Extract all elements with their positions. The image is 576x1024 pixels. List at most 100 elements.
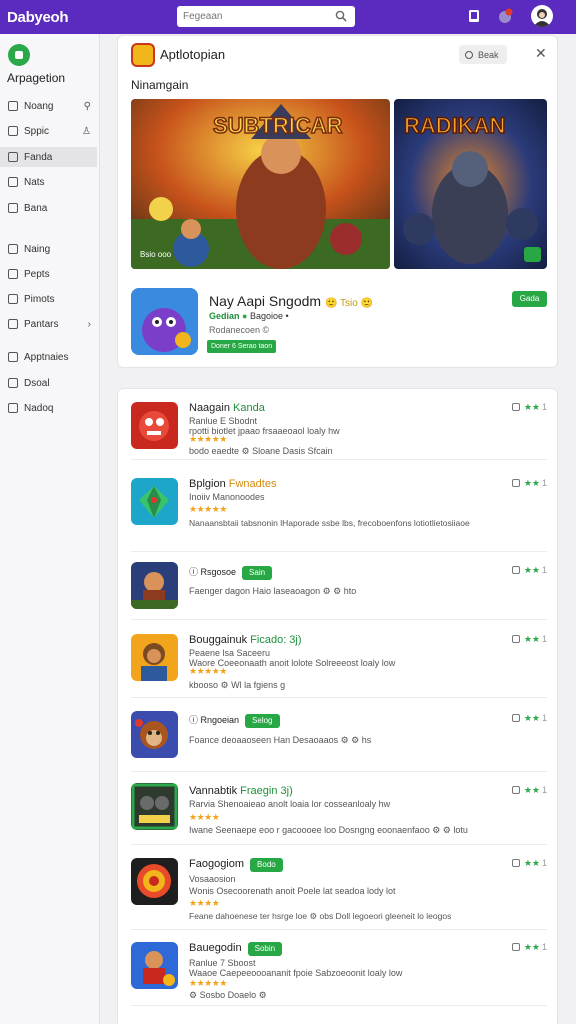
bookmark-icon[interactable] xyxy=(511,403,520,411)
card-title: Aptlotopian xyxy=(160,47,226,62)
bookmark-icon[interactable] xyxy=(511,566,520,574)
featured-tag: Doner 6 Serao taon xyxy=(207,340,277,353)
sidebar-title: Arpagetion xyxy=(7,71,66,85)
search-input[interactable] xyxy=(183,11,333,22)
sidebar-item-fanda[interactable]: Fanda xyxy=(0,147,97,167)
sidebar-item-label: Noang xyxy=(24,100,54,112)
bookmark-icon[interactable] xyxy=(511,635,520,643)
chevron-right-icon: › xyxy=(87,318,91,330)
robot-battle-icon xyxy=(131,783,178,830)
sidebar-item-label: Pimots xyxy=(24,293,55,305)
bookmark-icon[interactable] xyxy=(511,786,520,794)
rating-summary: ★★ 1 xyxy=(511,402,547,413)
home-icon xyxy=(8,101,18,111)
notification-icon[interactable] xyxy=(497,8,513,24)
bookmark-icon[interactable] xyxy=(511,859,520,867)
tag-badge: Bodo xyxy=(250,858,283,872)
close-icon[interactable]: ✕ xyxy=(535,45,549,61)
more-button[interactable]: Beak xyxy=(459,45,507,64)
sidebar-item-pantars[interactable]: Pantars › xyxy=(0,314,97,334)
app-name: Bauegodin Sobin xyxy=(189,942,283,956)
app-meta: ⚙ Sosbo Doaelo ⚙ xyxy=(189,990,267,1000)
app-name: ⓘ Rsgosoe Sain xyxy=(189,565,273,580)
rating-summary: ★★ 1 xyxy=(511,634,547,645)
rating-summary: ★★ 1 xyxy=(511,565,547,576)
app-description: Waaoe Caepeeoooananit fpoie Sabzoeoonit … xyxy=(189,968,403,978)
user-avatar-icon xyxy=(533,9,551,27)
list-item[interactable]: Bplgion Fwnadtes Inoiiv Manonoodes ★★★★★… xyxy=(131,476,547,552)
list-item[interactable]: ⓘ Rsgosoe Sain Faenger dagon Haio laseaoa… xyxy=(131,560,547,620)
brand-logo-text[interactable]: Dabyeoh xyxy=(7,9,69,26)
search-bar[interactable] xyxy=(177,6,355,27)
list-item[interactable]: Bauegodin Sobin Ranlue 7 Sboost Waaoe Cae… xyxy=(131,940,547,1006)
app-icon[interactable] xyxy=(131,43,155,67)
list-item[interactable]: Faogogiom Bodo Vosaaosion Wonis Osecooren… xyxy=(131,856,547,930)
app-name: Bouggainuk Ficado: 3j) xyxy=(189,634,302,646)
clock-icon xyxy=(8,378,18,388)
sidebar-item-sppic[interactable]: Sppic ♙ xyxy=(0,121,97,141)
tablet-icon[interactable] xyxy=(466,8,482,24)
user-icon: ♙ xyxy=(82,125,91,137)
list-item[interactable]: ⓘ Rngoeian Selog Foance deoaaoseen Han De… xyxy=(131,709,547,772)
sidebar-item-bana[interactable]: Bana xyxy=(0,198,97,218)
developer-suffix: Bagoioe • xyxy=(249,311,289,321)
list-item[interactable]: Naagain Kanda Ranlue E Sbodnt rpotti bio… xyxy=(131,400,547,460)
tag-icon xyxy=(8,352,18,362)
sidebar-item-apptnaies[interactable]: Apptnaies xyxy=(0,347,97,367)
rating-summary: ★★ 1 xyxy=(511,713,547,724)
app-name: ⓘ Rngoeian Selog xyxy=(189,713,280,728)
sidebar-item-nadoq[interactable]: Nadoq xyxy=(0,398,97,418)
app-name: Bplgion Fwnadtes xyxy=(189,478,277,490)
featured-badge: 🙂 Tsio 🙂 xyxy=(324,298,374,309)
app-icon xyxy=(131,562,178,609)
sidebar-item-label: Apptnaies xyxy=(24,351,69,363)
app-logo-icon[interactable] xyxy=(8,44,30,66)
rating-summary: ★★ 1 xyxy=(511,478,547,489)
star-rating: ★★★★★ xyxy=(189,978,227,988)
bookmark-icon[interactable] xyxy=(511,943,520,951)
sidebar-item-nats[interactable]: Nats xyxy=(0,172,97,192)
list-item[interactable]: Vannabtik Fraegin 3j) Rarvia Shenoaieao … xyxy=(131,781,547,845)
bookmark-icon[interactable] xyxy=(511,479,520,487)
app-meta: Feane dahoenese ter hsrge loe ⚙ obs Doll… xyxy=(189,911,452,921)
star-rating: ★★★★ xyxy=(189,898,220,908)
app-icon xyxy=(131,711,178,758)
app-subtitle: Ranlue E Sbodnt xyxy=(189,416,258,426)
banner-artwork: RADIKAN xyxy=(394,99,547,269)
hero-icon xyxy=(143,951,175,986)
banner-caption: Bsio ooo xyxy=(140,250,172,259)
sidebar-item-pepts[interactable]: Pepts xyxy=(0,264,97,284)
sidebar-item-pimots[interactable]: Pimots xyxy=(0,289,97,309)
app-icon xyxy=(131,942,178,989)
banner-game-1[interactable]: SUBTRICAR xyxy=(131,99,390,269)
app-icon xyxy=(131,402,178,449)
app-description: Foance deoaaoseen Han Desaoaaos ⚙ ⚙ hs xyxy=(189,735,372,745)
sidebar-item-noang[interactable]: Noang ⚲ xyxy=(0,96,97,116)
search-icon[interactable] xyxy=(335,10,347,22)
install-button[interactable]: Gada xyxy=(512,291,547,307)
gift-icon xyxy=(8,269,18,279)
gem-icon xyxy=(139,486,169,518)
star-rating: ★★★★★ xyxy=(189,504,227,514)
featured-app-icon[interactable] xyxy=(131,288,198,355)
app-subtitle: Rarvia Shenoaieao anolt loaia lor cossea… xyxy=(189,799,391,809)
play-button[interactable] xyxy=(524,247,541,262)
monkey-icon xyxy=(135,719,168,749)
banner-game-2[interactable]: RADIKAN xyxy=(394,99,547,269)
sidebar-item-label: Naing xyxy=(24,243,51,255)
app-icon xyxy=(131,478,178,525)
category-icon xyxy=(8,319,18,329)
app-name: Vannabtik Fraegin 3j) xyxy=(189,785,293,797)
avatar[interactable] xyxy=(531,5,553,27)
app-meta: bodo eaedte ⚙ Sloane Dasis Sfcain xyxy=(189,446,333,456)
sidebar-item-naing[interactable]: Naing xyxy=(0,239,97,259)
developer-name[interactable]: Gedian xyxy=(209,311,240,321)
sidebar-item-label: Nadoq xyxy=(24,402,54,414)
sidebar-item-dsoal[interactable]: Dsoal xyxy=(0,373,97,393)
list-item[interactable]: Bouggainuk Ficado: 3j) Peaene lsa Saceer… xyxy=(131,632,547,698)
bookmark-icon[interactable] xyxy=(511,714,520,722)
featured-meta: Rodanecoen © xyxy=(209,325,270,335)
heart-icon xyxy=(8,244,18,254)
sidebar-item-label: Bana xyxy=(24,202,48,214)
star-rating: ★★★★★ xyxy=(189,434,227,444)
